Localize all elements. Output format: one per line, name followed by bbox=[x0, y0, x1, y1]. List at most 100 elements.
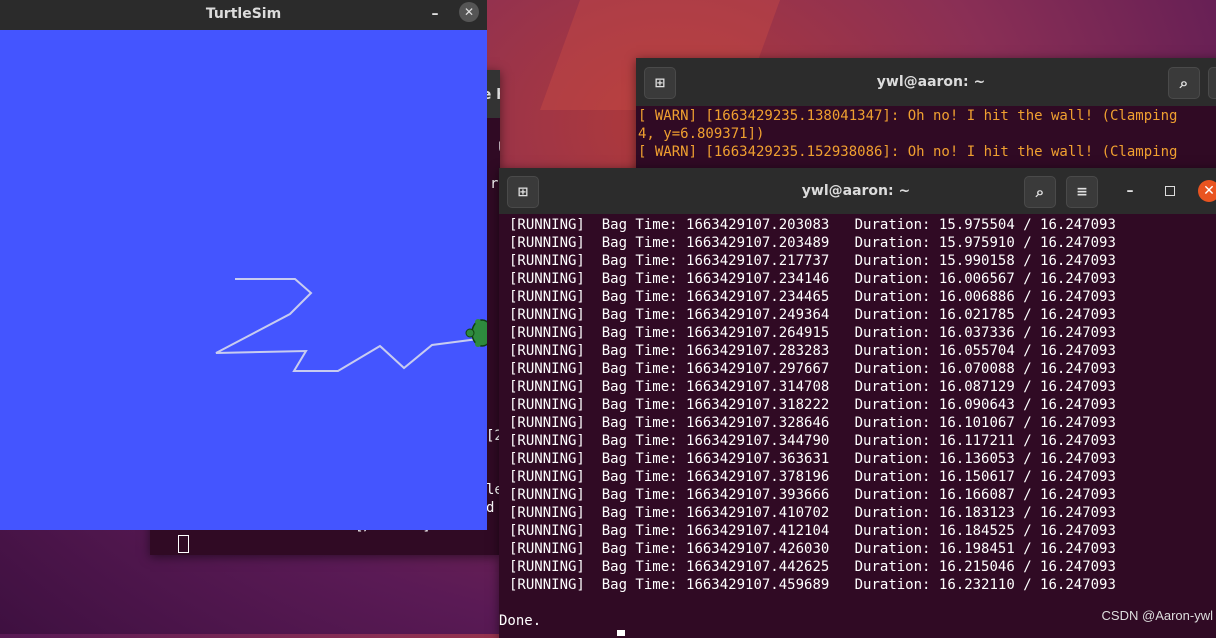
search-button[interactable]: ⌕ bbox=[1024, 176, 1056, 208]
bag-time-value: 1663429107.297667 bbox=[686, 361, 830, 377]
bag-time-value: 1663429107.234465 bbox=[686, 289, 830, 305]
bag-time-label: Bag Time: bbox=[601, 217, 678, 233]
bag-time-value: 1663429107.283283 bbox=[686, 343, 830, 359]
log-row: [RUNNING] Bag Time: 1663429107.249364 Du… bbox=[509, 306, 1116, 324]
bag-time-label: Bag Time: bbox=[601, 397, 678, 413]
duration-value: 16.184525 / 16.247093 bbox=[938, 523, 1116, 539]
search-button[interactable]: ⌕ bbox=[1168, 67, 1200, 99]
duration-value: 16.006567 / 16.247093 bbox=[938, 271, 1116, 287]
close-button[interactable]: ✕ bbox=[1198, 180, 1216, 202]
duration-value: 15.990158 / 16.247093 bbox=[938, 253, 1116, 269]
terminal-cursor bbox=[178, 535, 189, 553]
turtlesim-titlebar[interactable]: TurtleSim – ✕ bbox=[0, 0, 487, 30]
warn-log-line: [ WARN] [1663429235.138041347]: Oh no! I… bbox=[638, 108, 1178, 124]
duration-label: Duration: bbox=[854, 325, 931, 341]
duration-label: Duration: bbox=[854, 361, 931, 377]
duration-label: Duration: bbox=[854, 379, 931, 395]
warn-terminal-titlebar[interactable]: ⊞ ywl@aaron: ~ ⌕ ≡ bbox=[636, 58, 1216, 106]
turtlesim-window[interactable]: TurtleSim – ✕ bbox=[0, 0, 487, 530]
duration-label: Duration: bbox=[854, 217, 931, 233]
maximize-button[interactable] bbox=[1159, 180, 1181, 202]
terminal-line: [2 bbox=[486, 428, 500, 444]
close-icon: ✕ bbox=[1203, 183, 1215, 199]
warn-log-line: 4, y=6.809371]) bbox=[638, 126, 765, 142]
log-status: [RUNNING] bbox=[509, 415, 585, 431]
main-terminal-window[interactable]: ⊞ ywl@aaron: ~ ⌕ ≡ – ✕ [RUNNING] Bag Tim… bbox=[499, 168, 1216, 638]
minimize-button[interactable]: – bbox=[425, 3, 445, 25]
main-terminal-titlebar[interactable]: ⊞ ywl@aaron: ~ ⌕ ≡ – ✕ bbox=[499, 168, 1216, 214]
duration-value: 16.198451 / 16.247093 bbox=[938, 541, 1116, 557]
log-row: [RUNNING] Bag Time: 1663429107.378196 Du… bbox=[509, 468, 1116, 486]
log-status: [RUNNING] bbox=[509, 253, 585, 269]
bag-time-label: Bag Time: bbox=[601, 469, 678, 485]
bag-time-label: Bag Time: bbox=[601, 415, 678, 431]
log-status: [RUNNING] bbox=[509, 559, 585, 575]
duration-label: Duration: bbox=[854, 271, 931, 287]
bag-time-value: 1663429107.234146 bbox=[686, 271, 830, 287]
duration-label: Duration: bbox=[854, 541, 931, 557]
duration-value: 15.975910 / 16.247093 bbox=[938, 235, 1116, 251]
log-row: [RUNNING] Bag Time: 1663429107.314708 Du… bbox=[509, 378, 1116, 396]
duration-value: 16.021785 / 16.247093 bbox=[938, 307, 1116, 323]
duration-label: Duration: bbox=[854, 307, 931, 323]
log-status: [RUNNING] bbox=[509, 433, 585, 449]
duration-value: 16.090643 / 16.247093 bbox=[938, 397, 1116, 413]
terminal-cursor bbox=[617, 630, 625, 636]
duration-value: 16.232110 / 16.247093 bbox=[938, 577, 1116, 593]
log-row: [RUNNING] Bag Time: 1663429107.234146 Du… bbox=[509, 270, 1116, 288]
duration-value: 16.101067 / 16.247093 bbox=[938, 415, 1116, 431]
duration-value: 16.055704 / 16.247093 bbox=[938, 343, 1116, 359]
log-status: [RUNNING] bbox=[509, 271, 585, 287]
rosbag-play-log: [RUNNING] Bag Time: 1663429107.203083 Du… bbox=[509, 216, 1116, 594]
minimize-button[interactable]: – bbox=[1119, 180, 1141, 202]
log-status: [RUNNING] bbox=[509, 361, 585, 377]
bag-time-label: Bag Time: bbox=[601, 523, 678, 539]
watermark: CSDN @Aaron-ywl bbox=[1101, 608, 1213, 623]
bag-time-label: Bag Time: bbox=[601, 451, 678, 467]
turtle-icon bbox=[465, 319, 487, 347]
minimize-icon: – bbox=[1126, 183, 1134, 199]
turtle-canvas bbox=[215, 278, 487, 372]
bag-time-label: Bag Time: bbox=[601, 559, 678, 575]
log-status: [RUNNING] bbox=[509, 487, 585, 503]
search-icon: ⌕ bbox=[1179, 74, 1189, 92]
close-button[interactable]: ✕ bbox=[459, 2, 479, 22]
bag-time-label: Bag Time: bbox=[601, 271, 678, 287]
duration-label: Duration: bbox=[854, 415, 931, 431]
log-row: [RUNNING] Bag Time: 1663429107.459689 Du… bbox=[509, 576, 1116, 594]
bag-time-value: 1663429107.264915 bbox=[686, 325, 830, 341]
menu-button[interactable]: ≡ bbox=[1066, 176, 1098, 208]
menu-button[interactable]: ≡ bbox=[1208, 67, 1216, 99]
window-title: ywl@aaron: ~ bbox=[876, 74, 986, 90]
log-status: [RUNNING] bbox=[509, 325, 585, 341]
hamburger-menu-icon: ≡ bbox=[1076, 184, 1088, 200]
terminal-line: Usage is <1GB. bbox=[490, 140, 500, 156]
window-title: ywl@aaron: ~ bbox=[801, 183, 911, 199]
bag-time-value: 1663429107.410702 bbox=[686, 505, 830, 521]
log-status: [RUNNING] bbox=[509, 577, 585, 593]
bag-time-value: 1663429107.459689 bbox=[686, 577, 830, 593]
duration-label: Duration: bbox=[854, 397, 931, 413]
bag-time-value: 1663429107.328646 bbox=[686, 415, 830, 431]
duration-value: 16.150617 / 16.247093 bbox=[938, 469, 1116, 485]
log-row: [RUNNING] Bag Time: 1663429107.344790 Du… bbox=[509, 432, 1116, 450]
log-status: [RUNNING] bbox=[509, 469, 585, 485]
log-row: [RUNNING] Bag Time: 1663429107.393666 Du… bbox=[509, 486, 1116, 504]
duration-label: Duration: bbox=[854, 469, 931, 485]
log-status: [RUNNING] bbox=[509, 505, 585, 521]
duration-value: 16.166087 / 16.247093 bbox=[938, 487, 1116, 503]
log-row: [RUNNING] Bag Time: 1663429107.203489 Du… bbox=[509, 234, 1116, 252]
log-row: [RUNNING] Bag Time: 1663429107.203083 Du… bbox=[509, 216, 1116, 234]
log-status: [RUNNING] bbox=[509, 523, 585, 539]
log-status: [RUNNING] bbox=[509, 379, 585, 395]
bag-time-value: 1663429107.393666 bbox=[686, 487, 830, 503]
duration-label: Duration: bbox=[854, 253, 931, 269]
bag-time-value: 1663429107.378196 bbox=[686, 469, 830, 485]
duration-value: 16.006886 / 16.247093 bbox=[938, 289, 1116, 305]
minimize-icon: – bbox=[431, 6, 439, 22]
log-row: [RUNNING] Bag Time: 1663429107.328646 Du… bbox=[509, 414, 1116, 432]
bag-time-label: Bag Time: bbox=[601, 487, 678, 503]
log-row: [RUNNING] Bag Time: 1663429107.217737 Du… bbox=[509, 252, 1116, 270]
bag-time-value: 1663429107.442625 bbox=[686, 559, 830, 575]
log-status: [RUNNING] bbox=[509, 289, 585, 305]
